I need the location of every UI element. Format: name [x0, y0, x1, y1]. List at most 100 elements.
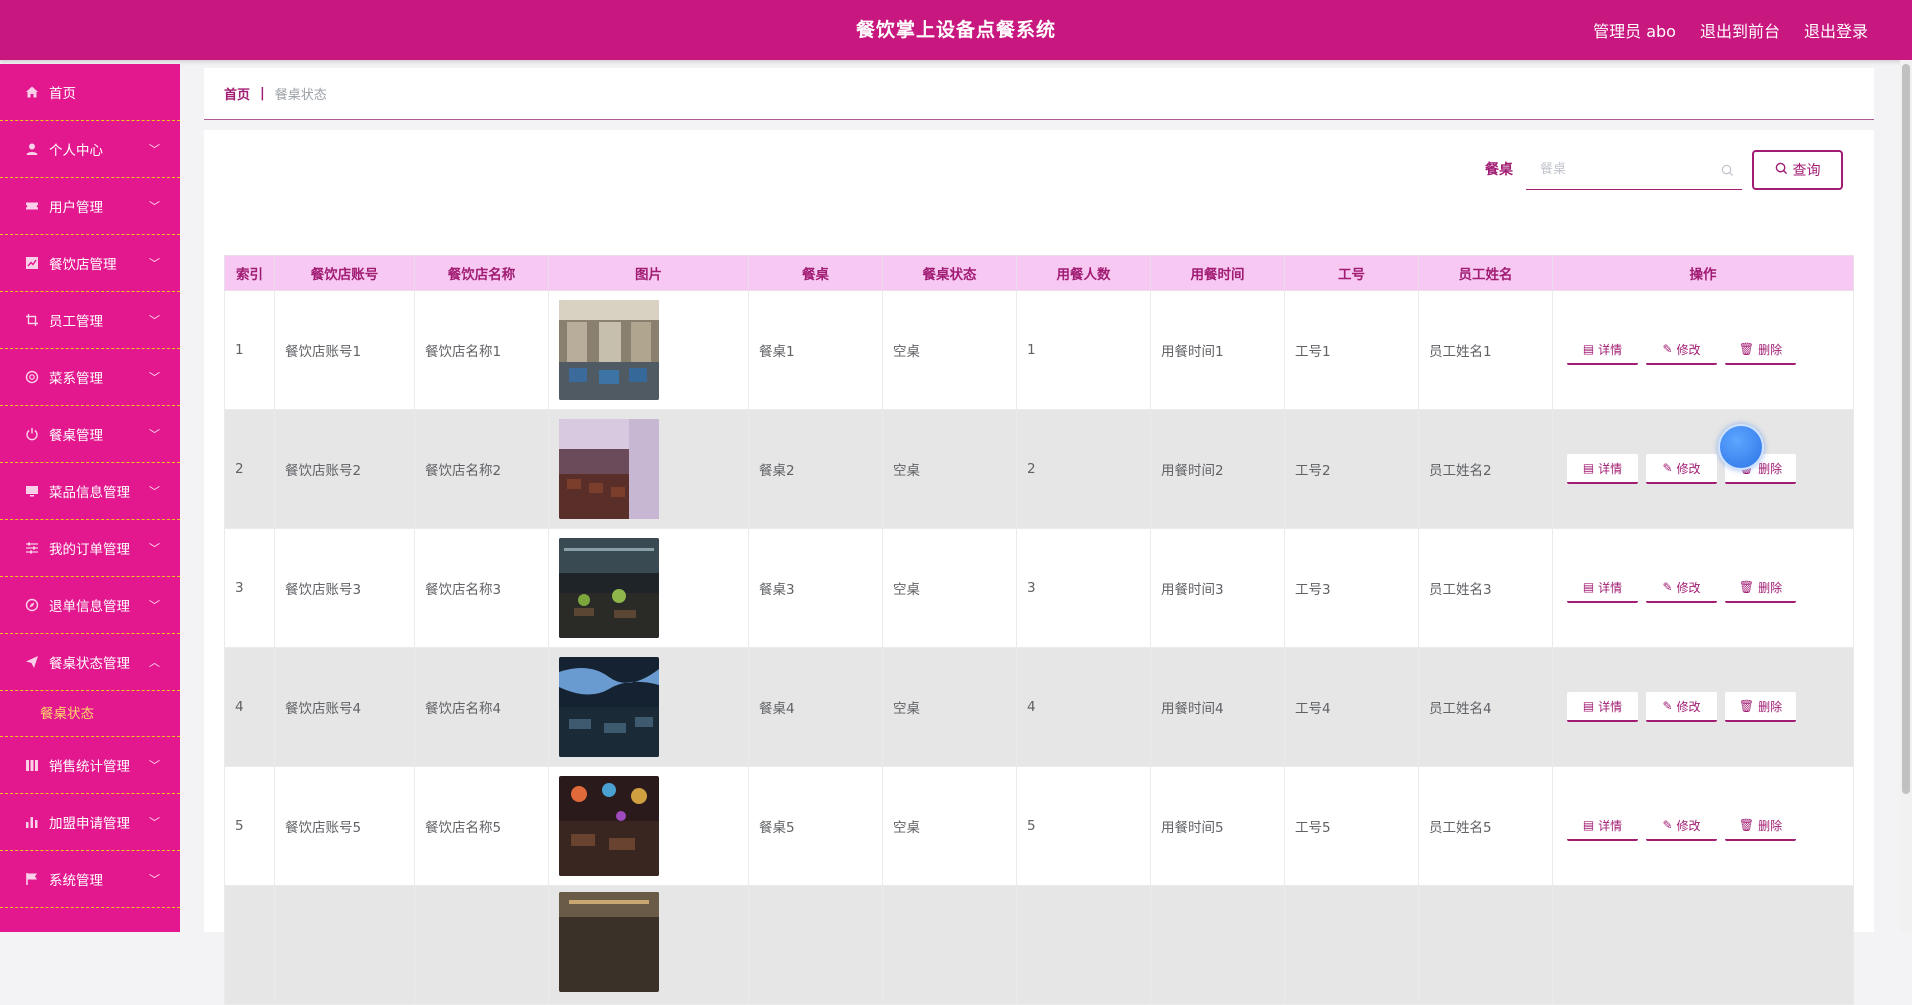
cell-account: 餐饮店账号4	[274, 647, 415, 767]
delete-button[interactable]: 🗑删除	[1725, 335, 1796, 365]
cell-staff-no: 工号4	[1284, 647, 1419, 767]
cell-image	[548, 766, 749, 886]
cell-staff-name: 员工姓名5	[1418, 766, 1553, 886]
breadcrumb-home[interactable]: 首页	[224, 84, 250, 103]
sidebar-subitem-table-status[interactable]: 餐桌状态	[0, 691, 180, 737]
edit-button-label: 修改	[1676, 580, 1701, 595]
cell-status: 空桌	[882, 409, 1017, 529]
detail-button[interactable]: ▤ 详情	[1567, 692, 1638, 722]
sidebar-item-label: 退单信息管理	[49, 599, 130, 615]
delete-button[interactable]: 🗑删除	[1725, 573, 1796, 603]
cell-name	[414, 885, 549, 1005]
cell-name: 餐饮店名称3	[414, 528, 549, 648]
delete-button[interactable]: 🗑删除	[1725, 811, 1796, 841]
scrollbar-thumb[interactable]	[1902, 64, 1910, 794]
sidebar-item-label: 员工管理	[49, 314, 103, 330]
column-header: 员工姓名	[1418, 255, 1553, 291]
cell-staff-no: 工号3	[1284, 528, 1419, 648]
sidebar-item-franchise-applications[interactable]: 加盟申请管理 ﹀	[0, 794, 180, 851]
sidebar-item-dish-info-management[interactable]: 菜品信息管理 ﹀	[0, 463, 180, 520]
pencil-icon: ✎	[1662, 461, 1673, 475]
cell-actions: ▤详情 ✎修改 🗑删除	[1552, 528, 1854, 648]
detail-button[interactable]: ▤ 详情	[1567, 573, 1638, 603]
cell-staff-no: 工号1	[1284, 290, 1419, 410]
cell-time: 用餐时间2	[1150, 409, 1285, 529]
chevron-down-icon: ﹀	[149, 314, 160, 327]
sidebar-item-home[interactable]: 首页	[0, 64, 180, 121]
admin-label: 管理员 abo	[1593, 22, 1676, 41]
delete-button-label: 删除	[1758, 461, 1783, 476]
sidebar-item-system-management[interactable]: 系统管理 ﹀	[0, 851, 180, 908]
trash-icon: 🗑	[1738, 342, 1755, 356]
cell-image	[548, 647, 749, 767]
search-icon	[1721, 162, 1734, 181]
cell-staff-name: 员工姓名1	[1418, 290, 1553, 410]
detail-button[interactable]: ▤ 详情	[1567, 454, 1638, 484]
breadcrumb-current: 餐桌状态	[274, 88, 327, 103]
delete-button[interactable]: 🗑删除	[1725, 692, 1796, 722]
detail-button[interactable]: ▤ 详情	[1567, 811, 1638, 841]
edit-button-label: 修改	[1676, 699, 1701, 714]
edit-button-label: 修改	[1676, 818, 1701, 833]
trash-icon: 🗑	[1738, 699, 1755, 713]
columns-icon	[24, 757, 40, 773]
sidebar-item-restaurant-management[interactable]: 餐饮店管理 ﹀	[0, 235, 180, 292]
document-icon: ▤	[1582, 818, 1595, 832]
cell-actions: ▤详情 ✎修改 🗑删除	[1552, 409, 1854, 529]
cell-index: 2	[224, 409, 275, 529]
edit-button[interactable]: ✎ 修改	[1646, 454, 1717, 484]
sidebar-item-table-management[interactable]: 餐桌管理 ﹀	[0, 406, 180, 463]
cell-status: 空桌	[882, 647, 1017, 767]
cell-actions: ▤详情 ✎修改 🗑删除	[1552, 647, 1854, 767]
sidebar-item-personal-center[interactable]: 个人中心 ﹀	[0, 121, 180, 178]
delete-button-label: 删除	[1758, 699, 1783, 714]
sidebar-item-staff-management[interactable]: 员工管理 ﹀	[0, 292, 180, 349]
document-icon: ▤	[1582, 342, 1595, 356]
edit-button[interactable]: ✎ 修改	[1646, 692, 1717, 722]
cell-people: 5	[1016, 766, 1151, 886]
detail-button-label: 详情	[1598, 580, 1623, 595]
delete-button-label: 删除	[1758, 342, 1783, 357]
column-header: 餐饮店账号	[274, 255, 415, 291]
cell-people	[1016, 885, 1151, 1005]
restaurant-photo	[559, 892, 659, 992]
frontend-link[interactable]: 退出到前台	[1700, 18, 1780, 42]
sidebar-item-refund-info[interactable]: 退单信息管理 ﹀	[0, 577, 180, 634]
search-input[interactable]	[1540, 162, 1710, 177]
cell-account: 餐饮店账号5	[274, 766, 415, 886]
query-button[interactable]: 查询	[1752, 150, 1843, 190]
cell-table: 餐桌3	[748, 528, 883, 648]
chevron-down-icon: ﹀	[149, 873, 160, 886]
column-header: 索引	[224, 255, 275, 291]
sidebar-item-my-orders[interactable]: 我的订单管理 ﹀	[0, 520, 180, 577]
column-header: 图片	[548, 255, 749, 291]
cell-actions	[1552, 885, 1854, 1005]
top-bar: 餐饮掌上设备点餐系统 管理员 abo 退出到前台 退出登录	[0, 0, 1912, 60]
top-links: 管理员 abo 退出到前台 退出登录	[1593, 0, 1868, 60]
sidebar-item-sales-statistics[interactable]: 销售统计管理 ﹀	[0, 737, 180, 794]
cell-staff-no: 工号5	[1284, 766, 1419, 886]
cell-account: 餐饮店账号1	[274, 290, 415, 410]
cell-table: 餐桌5	[748, 766, 883, 886]
edit-button[interactable]: ✎ 修改	[1646, 811, 1717, 841]
detail-button-label: 详情	[1598, 818, 1623, 833]
sidebar-item-user-management[interactable]: 用户管理 ﹀	[0, 178, 180, 235]
detail-button[interactable]: ▤ 详情	[1567, 335, 1638, 365]
sidebar-item-table-status-management[interactable]: 餐桌状态管理 ︿	[0, 634, 180, 691]
power-icon	[24, 426, 40, 442]
chevron-down-icon: ﹀	[149, 759, 160, 772]
crop-icon	[24, 312, 40, 328]
restaurant-photo	[559, 776, 659, 876]
sidebar-item-label: 菜系管理	[49, 371, 103, 387]
logout-link[interactable]: 退出登录	[1804, 18, 1868, 42]
edit-button[interactable]: ✎ 修改	[1646, 573, 1717, 603]
sidebar-item-label: 系统管理	[49, 873, 103, 889]
cell-index: 5	[224, 766, 275, 886]
floating-assistant-button[interactable]	[1718, 424, 1764, 470]
trash-icon: 🗑	[1738, 580, 1755, 594]
document-icon: ▤	[1582, 699, 1595, 713]
column-header: 用餐人数	[1016, 255, 1151, 291]
cell-staff-name: 员工姓名2	[1418, 409, 1553, 529]
edit-button[interactable]: ✎ 修改	[1646, 335, 1717, 365]
sidebar-item-cuisine-management[interactable]: 菜系管理 ﹀	[0, 349, 180, 406]
